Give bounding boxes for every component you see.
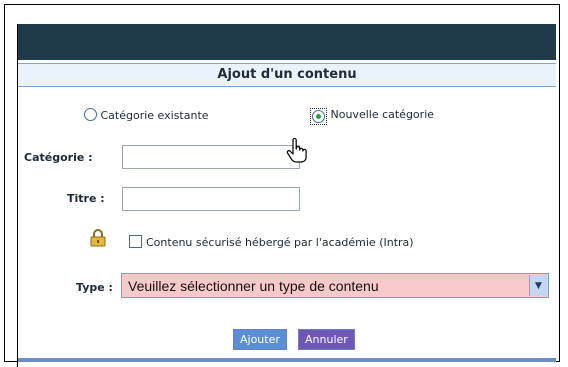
footer-bar — [18, 358, 556, 362]
type-select[interactable]: Veuillez sélectionner un type de contenu… — [121, 273, 549, 298]
type-label: Type : — [76, 281, 113, 294]
category-label: Catégorie : — [24, 151, 93, 164]
header-bar — [18, 24, 556, 60]
title-input[interactable] — [122, 187, 300, 211]
radio-existing-category[interactable]: Catégorie existante — [84, 108, 209, 122]
radio-focus-ring — [310, 108, 327, 125]
radio-new-label: Nouvelle catégorie — [330, 108, 435, 121]
radio-existing-label: Catégorie existante — [100, 109, 209, 122]
type-select-value: Veuillez sélectionner un type de contenu — [128, 278, 379, 294]
secure-content-label: Contenu sécurisé hébergé par l'académie … — [146, 236, 414, 249]
title-label: Titre : — [67, 192, 105, 205]
chevron-down-icon[interactable]: ▼ — [529, 275, 547, 296]
radio-new-category[interactable]: Nouvelle catégorie — [310, 108, 434, 125]
submit-button[interactable]: Ajouter — [233, 329, 287, 350]
radio-button[interactable] — [312, 110, 325, 123]
hand-pointer-icon — [286, 137, 308, 168]
cancel-button[interactable]: Annuler — [298, 329, 355, 350]
form-title: Ajout d'un contenu — [18, 63, 556, 87]
lock-icon — [90, 229, 106, 251]
radio-button[interactable] — [84, 108, 97, 121]
secure-content-checkbox[interactable] — [129, 235, 142, 248]
category-input[interactable] — [122, 145, 300, 169]
